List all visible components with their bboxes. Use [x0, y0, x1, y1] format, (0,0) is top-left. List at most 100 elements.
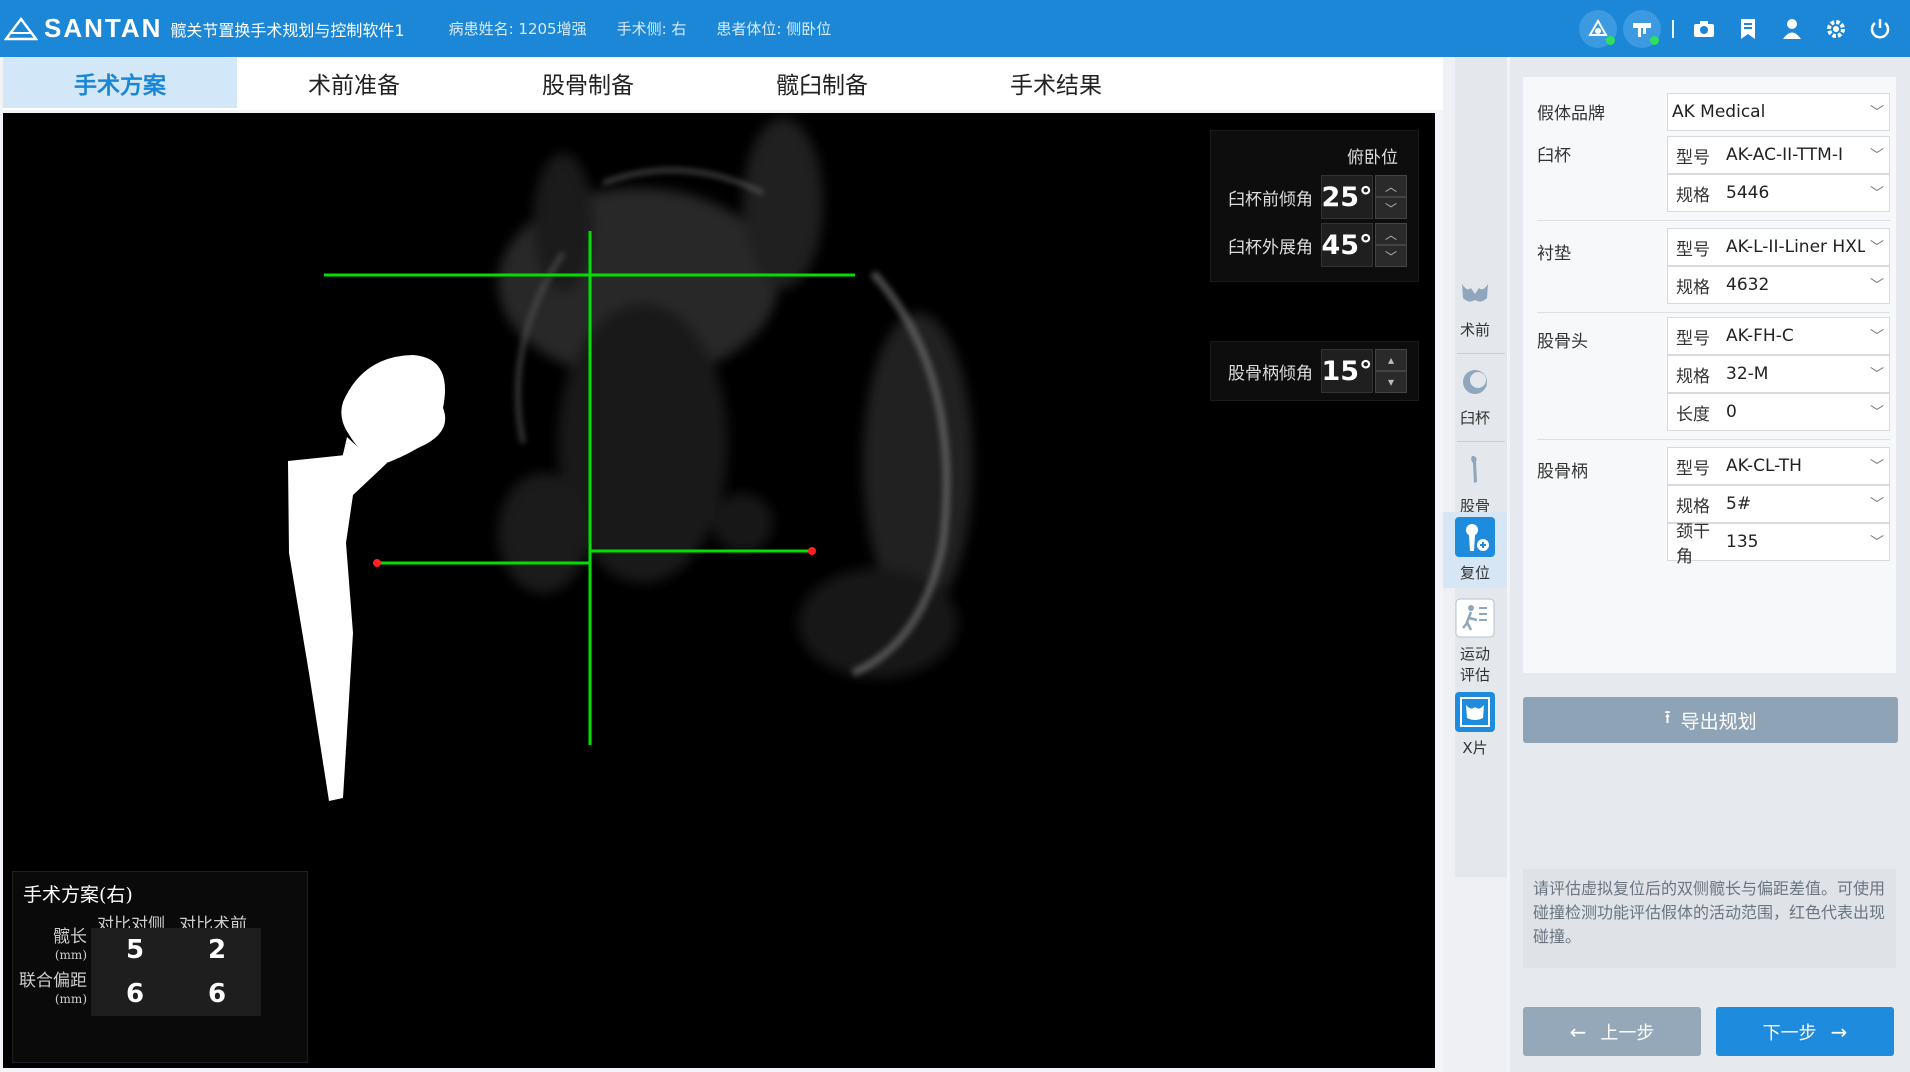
sidebar-item-preop[interactable]: 术前 [1443, 273, 1507, 340]
position-label: 俯卧位 [1347, 148, 1398, 168]
hip-prosthesis [288, 355, 446, 801]
leg-length-lines [324, 231, 855, 745]
head-length-select[interactable]: 长度 0 ﹀ [1667, 393, 1890, 431]
sidebar-item-reduction[interactable]: 复位 [1443, 512, 1507, 588]
chevron-down-icon: ﹀ [1870, 329, 1884, 345]
user-icon[interactable] [1770, 9, 1814, 49]
settings-icon[interactable] [1814, 9, 1858, 49]
brand-label: 假体品牌 [1537, 104, 1605, 124]
neck-angle-select[interactable]: 颈干角 135 ﹀ [1667, 522, 1890, 567]
upload-icon: ⭱ [1664, 707, 1671, 728]
left-landmark-marker [373, 559, 381, 567]
cup-size-select[interactable]: 规格 5446 ﹀ [1667, 174, 1890, 212]
arrow-right-icon: → [1830, 1019, 1848, 1044]
chevron-down-icon: ﹀ [1870, 186, 1884, 202]
sidebar-item-cup[interactable]: 臼杯 [1443, 361, 1507, 428]
cup-label: 臼杯 [1537, 146, 1571, 166]
brand: SANTAN 髋关节置换手术规划与控制软件1 [4, 13, 405, 44]
implant-panel: 假体品牌 AK Medical ﹀ 臼杯 型号 AK-AC-II-TTM-I ﹀ 规格… [1510, 57, 1910, 1072]
sidebar-item-femur[interactable]: 股骨 [1443, 449, 1507, 516]
chevron-down-icon: ﹀ [1870, 405, 1884, 421]
stem-angle-value[interactable]: 15° [1321, 349, 1373, 393]
head-size-select[interactable]: 规格 32-M ﹀ [1667, 355, 1890, 393]
tab-surgical-result[interactable]: 手术结果 [939, 57, 1173, 108]
cup-abduction-label: 臼杯外展角 [1228, 237, 1313, 258]
increment-icon[interactable]: ︿ [1375, 175, 1407, 197]
cup-model-select[interactable]: 型号 AK-AC-II-TTM-I ﹀ [1667, 136, 1890, 174]
next-step-button[interactable]: 下一步 → [1716, 1007, 1894, 1056]
chevron-down-icon: ﹀ [1870, 278, 1884, 294]
pelvis-xray-image [498, 118, 973, 678]
cup-abduction-stepper[interactable]: ︿ ﹀ [1375, 223, 1407, 267]
sidebar-item-xray[interactable]: X片 [1443, 691, 1507, 758]
tab-preop-prep[interactable]: 术前准备 [237, 57, 471, 108]
liner-label: 衬垫 [1537, 244, 1571, 264]
liner-size-select[interactable]: 规格 4632 ﹀ [1667, 266, 1890, 304]
sidebar-item-motion-eval[interactable]: 运动 评估 [1443, 597, 1507, 685]
leg-length-label: 髋长 (mm) [53, 927, 87, 962]
liner-model-select[interactable]: 型号 AK-L-II-Liner HXL ﹀ [1667, 228, 1890, 266]
xray-viewer[interactable]: 俯卧位 臼杯前倾角 25° ︿ ﹀ 臼杯外展角 45° ︿ ﹀ 股骨柄倾角 15… [3, 113, 1435, 1068]
top-toolbar [1576, 0, 1902, 57]
motion-eval-icon [1454, 597, 1496, 639]
patient-name: 病患姓名: 1205增强 [448, 20, 587, 38]
head-model-select[interactable]: 型号 AK-FH-C ﹀ [1667, 317, 1890, 355]
femoral-head-label: 股骨头 [1537, 332, 1588, 352]
decrement-icon[interactable]: ▾ [1375, 371, 1407, 393]
stem-model-select[interactable]: 型号 AK-CL-TH ﹀ [1667, 447, 1890, 485]
cup-angle-panel: 俯卧位 臼杯前倾角 25° ︿ ﹀ 臼杯外展角 45° ︿ ﹀ [1210, 130, 1419, 282]
decrement-icon[interactable]: ﹀ [1375, 197, 1407, 219]
cup-anteversion-value[interactable]: 25° [1321, 175, 1373, 219]
camera-icon[interactable] [1682, 9, 1726, 49]
stem-angle-panel: 股骨柄倾角 15° ▴ ▾ [1210, 341, 1419, 401]
chevron-down-icon: ﹀ [1870, 240, 1884, 256]
plan-result-title: 手术方案(右) [23, 884, 133, 906]
navigation-device-icon[interactable] [1620, 9, 1664, 49]
leg-length-vs-contralateral: 5 [91, 928, 179, 972]
power-icon[interactable] [1858, 9, 1902, 49]
reduction-icon [1454, 516, 1496, 558]
decrement-icon[interactable]: ﹀ [1375, 245, 1407, 267]
bookmark-icon[interactable] [1726, 9, 1770, 49]
export-plan-button[interactable]: ⭱ 导出规划 [1523, 697, 1898, 743]
plan-result-panel: 手术方案(右) 对比对侧 对比术前 髋长 (mm) 联合偏距 (mm) 5 2 6 … [12, 871, 308, 1063]
implant-card: 假体品牌 AK Medical ﹀ 臼杯 型号 AK-AC-II-TTM-I ﹀ 规格… [1523, 77, 1896, 673]
tab-femur-prep[interactable]: 股骨制备 [471, 57, 705, 108]
toolbar-divider [1672, 19, 1674, 38]
stem-angle-label: 股骨柄倾角 [1228, 363, 1313, 384]
app-title: 髋关节置换手术规划与控制软件1 [170, 20, 405, 40]
arrow-left-icon: ← [1569, 1019, 1587, 1044]
main-tabs: 手术方案 术前准备 股骨制备 髋臼制备 手术结果 [3, 57, 1443, 110]
surgery-side: 手术侧: 右 [616, 20, 687, 38]
chevron-down-icon: ﹀ [1870, 535, 1884, 551]
offset-vs-contralateral: 6 [91, 972, 179, 1016]
xray-icon [1454, 691, 1496, 733]
offset-vs-preop: 6 [173, 972, 261, 1016]
tab-acetabulum-prep[interactable]: 髋臼制备 [705, 57, 939, 108]
chevron-down-icon: ﹀ [1870, 105, 1884, 121]
cup-anteversion-stepper[interactable]: ︿ ﹀ [1375, 175, 1407, 219]
title-bar: SANTAN 髋关节置换手术规划与控制软件1 病患姓名: 1205增强 手术侧:… [0, 0, 1910, 57]
brand-select[interactable]: AK Medical ﹀ [1667, 93, 1890, 131]
cup-anteversion-label: 臼杯前倾角 [1228, 189, 1313, 210]
side-toolbar: 术前 臼杯 股骨 复位 运动 评估 X片 [1443, 57, 1507, 1072]
robot-status-icon[interactable] [1576, 9, 1620, 49]
cup-icon [1454, 361, 1496, 403]
chevron-down-icon: ﹀ [1870, 497, 1884, 513]
combined-offset-label: 联合偏距 (mm) [19, 971, 87, 1006]
right-landmark-marker [808, 547, 816, 555]
instruction-hint: 请评估虚拟复位后的双侧髋长与偏距差值。可使用碰撞检测功能评估假体的活动范围，红色… [1523, 869, 1896, 968]
femur-icon [1454, 449, 1496, 491]
increment-icon[interactable]: ︿ [1375, 223, 1407, 245]
santan-logo-icon [4, 16, 38, 40]
chevron-down-icon: ﹀ [1870, 148, 1884, 164]
previous-step-button[interactable]: ← 上一步 [1523, 1007, 1701, 1056]
patient-position: 患者体位: 侧卧位 [716, 20, 832, 38]
stem-angle-stepper[interactable]: ▴ ▾ [1375, 349, 1407, 393]
cup-abduction-value[interactable]: 45° [1321, 223, 1373, 267]
stem-label: 股骨柄 [1537, 462, 1588, 482]
increment-icon[interactable]: ▴ [1375, 349, 1407, 371]
chevron-down-icon: ﹀ [1870, 459, 1884, 475]
brand-name: SANTAN [44, 13, 163, 43]
tab-surgical-plan[interactable]: 手术方案 [3, 57, 237, 108]
